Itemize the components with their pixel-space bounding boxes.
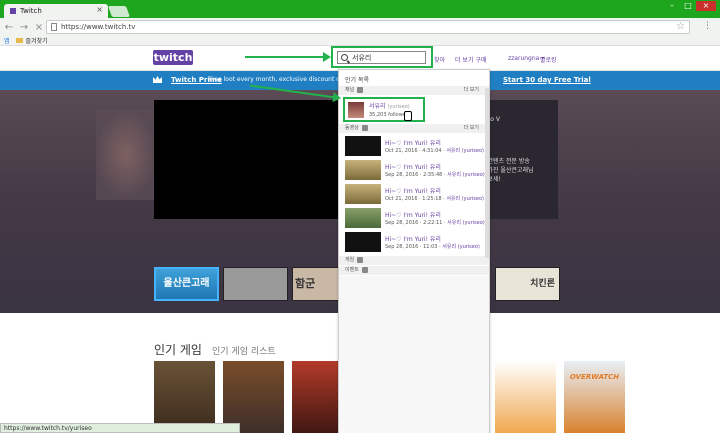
video-thumbnail [345, 232, 381, 252]
video-thumbnail [345, 208, 381, 228]
prime-trial-link[interactable]: Start 30 day Free Trial [503, 76, 591, 84]
url-text: https://www.twitch.tv [61, 23, 136, 31]
video-meta: Sep 28, 2016 · 11:03 · 서유리 (yuriseo) [385, 244, 480, 250]
popular-games-title: 인기 게임 [154, 343, 202, 357]
dropdown-empty-area [339, 276, 489, 433]
stop-icon[interactable]: × [33, 22, 45, 33]
count-badge [361, 124, 368, 131]
avatar [348, 102, 364, 118]
header-link-browse[interactable]: 찾아 [434, 55, 445, 64]
user-menu[interactable]: zzarungna ▾ [508, 55, 544, 62]
featured-thumbnail[interactable] [223, 267, 288, 301]
address-bar[interactable]: https://www.twitch.tv ☆ [46, 20, 690, 34]
video-result[interactable]: Hi~♡ I'm Yuri! 유리 Sep 28, 2016 · 2:22:11… [345, 208, 485, 228]
video-result[interactable]: Hi~♡ I'm Yuri! 유리 Sep 28, 2016 · 11:03 ·… [345, 232, 485, 252]
video-meta: Oct 21, 2016 · 1:25:18 · 서유리 (yuriseo) [385, 196, 484, 202]
video-meta: Sep 28, 2016 · 2:22:11 · 서유리 (yuriseo) [385, 220, 485, 226]
dropdown-header: 인기 목록 [345, 77, 369, 84]
new-tab-button[interactable] [107, 6, 131, 17]
video-result[interactable]: Hi~♡ I'm Yuri! 유리 Sep 28, 2016 · 2:35:48… [345, 160, 485, 180]
tab-close-icon[interactable]: × [96, 5, 103, 14]
close-window-icon[interactable]: × [696, 1, 716, 11]
video-result[interactable]: Hi~♡ I'm Yuri! 유리 Oct 21, 2016 · 1:25:18… [345, 184, 485, 204]
header-link-more[interactable]: 더 보기 구매 [455, 55, 486, 64]
popular-games-subtitle[interactable]: 인기 게임 리스트 [212, 344, 276, 357]
maximize-icon[interactable]: □ [680, 1, 696, 11]
folder-icon [15, 38, 23, 43]
bookmark-star-icon[interactable]: ☆ [676, 21, 685, 32]
video-title: Hi~♡ I'm Yuri! 유리 [385, 212, 441, 219]
browser-toolbar: ← → × https://www.twitch.tv ☆ ⋮ [0, 18, 720, 36]
section-events: 이벤트 [339, 266, 489, 275]
video-meta: Oct 21, 2016 · 4:31:04 · 서유리 (yuriseo) [385, 148, 484, 154]
video-result[interactable]: Hi~♡ I'm Yuri! 유리 Oct 21, 2016 · 4:31:04… [345, 136, 485, 156]
bookmark-folder[interactable]: 즐겨찾기 [26, 36, 48, 45]
bookmarks-bar: 앱 즐겨찾기 [0, 36, 720, 46]
browser-titlebar: Twitch × – □ × [0, 0, 720, 18]
game-card[interactable] [495, 361, 556, 433]
twitch-logo[interactable]: twitch [153, 50, 193, 65]
search-results-dropdown: 인기 목록 채널 더 보기 서유리 (yuriseo) 35,203 follo… [338, 69, 490, 433]
minimize-icon[interactable]: – [664, 1, 680, 11]
page-icon [51, 23, 57, 31]
count-badge [361, 266, 368, 273]
tab-title: Twitch [20, 7, 42, 15]
channel-result[interactable]: 서유리 (yuriseo) 35,203 followers [343, 97, 425, 122]
channel-name: 서유리 (yuriseo) [369, 103, 410, 110]
apps-shortcut[interactable]: 앱 [4, 36, 10, 45]
hero-background-art [96, 110, 156, 200]
back-icon[interactable]: ← [3, 22, 15, 33]
video-thumbnail [345, 160, 381, 180]
video-meta: Sep 28, 2016 · 2:35:48 · 서유리 (yuriseo) [385, 172, 485, 178]
dropdown-scrollbar[interactable] [485, 88, 489, 258]
featured-thumbnail[interactable]: 치킨론 [495, 267, 560, 301]
video-title: Hi~♡ I'm Yuri! 유리 [385, 140, 441, 147]
count-badge [357, 86, 364, 93]
annotation-arrow [245, 52, 331, 62]
twitch-favicon-icon [10, 8, 16, 14]
hand-cursor-icon [404, 111, 412, 121]
browser-menu-icon[interactable]: ⋮ [703, 21, 712, 31]
annotation-search-highlight [331, 46, 433, 68]
video-thumbnail [345, 136, 381, 156]
window-controls: – □ × [664, 1, 716, 11]
forward-icon[interactable]: → [18, 22, 30, 33]
status-bar: https://www.twitch.tv/yuriseo [0, 423, 240, 433]
video-title: Hi~♡ I'm Yuri! 유리 [385, 188, 441, 195]
video-thumbnail [345, 184, 381, 204]
count-badge [357, 256, 364, 263]
header-link-notifications[interactable]: 발로킹 [540, 55, 557, 64]
game-card-overwatch[interactable]: OVERWATCH [564, 361, 625, 433]
video-title: Hi~♡ I'm Yuri! 유리 [385, 236, 441, 243]
browser-tab[interactable]: Twitch × [4, 4, 108, 18]
crown-icon [153, 76, 162, 83]
section-games: 게임 [339, 256, 489, 265]
featured-video-player[interactable] [154, 100, 339, 219]
featured-thumbnail[interactable]: 울산큰고래 [154, 267, 219, 301]
video-title: Hi~♡ I'm Yuri! 유리 [385, 164, 441, 171]
